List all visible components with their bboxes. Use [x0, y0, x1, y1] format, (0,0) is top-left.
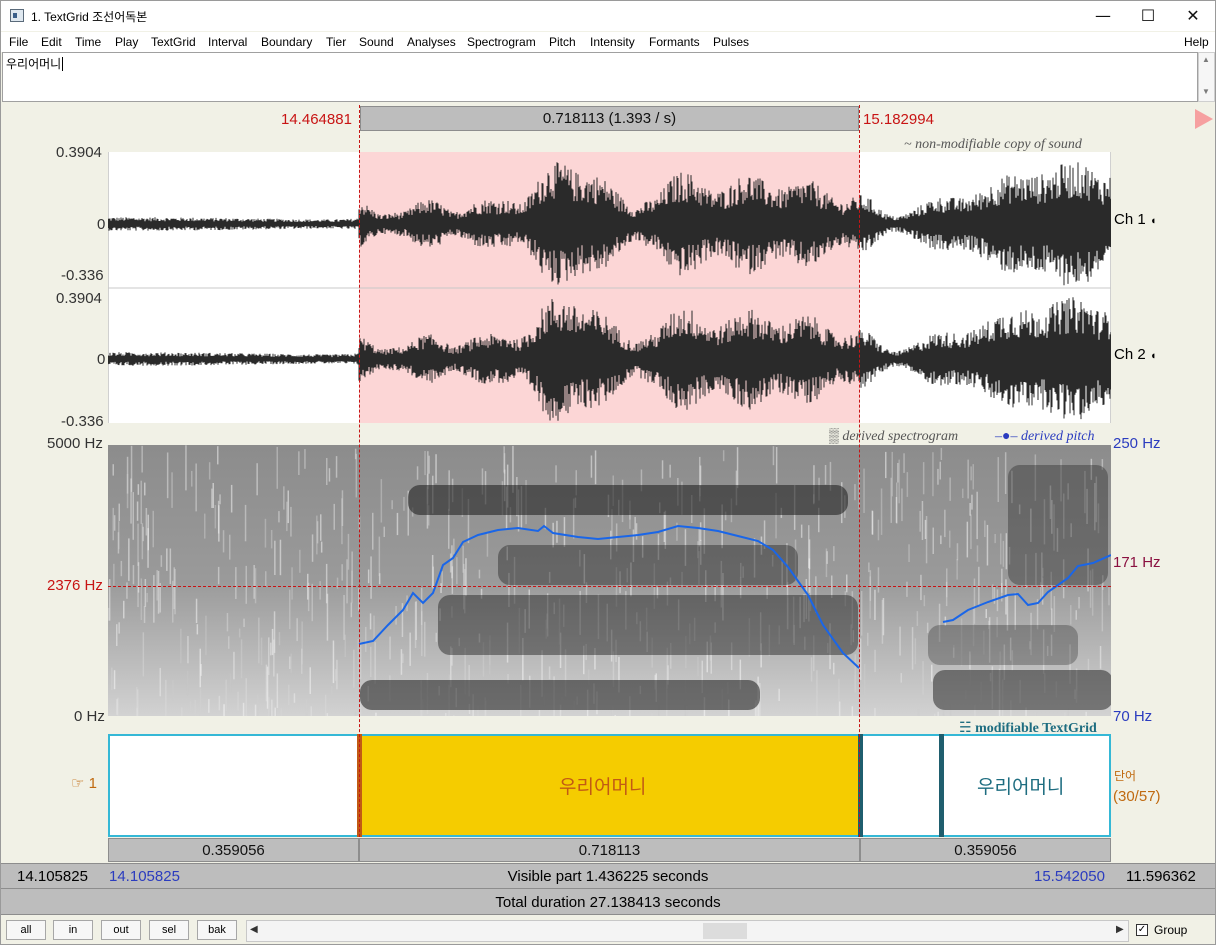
text-field-scrollbar[interactable]: ▲ ▼	[1198, 52, 1215, 102]
pitch-bottom-label: 70 Hz	[1113, 708, 1153, 725]
interval-label: 우리어머니	[559, 777, 647, 798]
speaker-icon[interactable]: ◖	[1150, 350, 1157, 362]
selection-start-line	[359, 105, 360, 837]
spectrogram-note: ▒ derived spectrogram	[829, 429, 958, 445]
spectrogram-freq-top: 5000 Hz	[47, 435, 103, 452]
zoom-selection-button[interactable]: sel	[149, 920, 189, 940]
scroll-up-icon[interactable]: ▲	[1202, 55, 1210, 64]
menu-formants[interactable]: Formants	[649, 35, 700, 49]
maximize-button[interactable]: ☐	[1125, 1, 1171, 31]
group-label: Group	[1154, 923, 1188, 937]
interval-label: 우리어머니	[977, 777, 1065, 798]
sound-note: ~ non-modifiable copy of sound	[904, 137, 1082, 152]
left-part-duration[interactable]: 0.359056	[108, 838, 359, 862]
menu-spectrogram[interactable]: Spectrogram	[467, 35, 536, 49]
menu-pitch[interactable]: Pitch	[549, 35, 576, 49]
group-checkbox[interactable]: ✓	[1136, 924, 1148, 936]
menu-tier[interactable]: Tier	[326, 35, 346, 49]
zoom-all-button[interactable]: all	[6, 920, 46, 940]
ch2-zero-label: 0	[97, 351, 106, 368]
play-window-icon[interactable]	[1195, 109, 1213, 129]
minimize-button[interactable]: —	[1080, 1, 1126, 31]
ch2-ymin-label: -0.336	[61, 413, 104, 430]
right-part-duration[interactable]: 0.359056	[860, 838, 1111, 862]
visible-part-bar[interactable]: 14.105825 14.105825 Visible part 1.43622…	[1, 863, 1215, 889]
zoom-in-button[interactable]: in	[53, 920, 93, 940]
menu-bar: File Edit Time Play TextGrid Interval Bo…	[1, 32, 1215, 52]
title-bar: 1. TextGrid 조선어독본 — ☐ ✕	[1, 1, 1215, 31]
tier-number: 1	[88, 775, 97, 792]
zoom-back-button[interactable]: bak	[197, 920, 237, 940]
ch1-label[interactable]: Ch 1 ◖	[1114, 211, 1157, 228]
text-cursor	[62, 57, 64, 71]
bottom-toolbar: all in out sel bak ◀ ▶ ✓ Group	[1, 916, 1215, 944]
total-duration-bar[interactable]: Total duration 27.138413 seconds	[1, 889, 1215, 915]
menu-pulses[interactable]: Pulses	[713, 35, 749, 49]
total-duration-label: Total duration 27.138413 seconds	[495, 894, 721, 911]
menu-intensity[interactable]: Intensity	[590, 35, 635, 49]
ch1-ymin-label: -0.336	[61, 267, 104, 284]
ch1-ymax-label: 0.3904	[56, 144, 102, 161]
spectrogram-icon: ▒	[829, 429, 839, 444]
menu-help[interactable]: Help	[1184, 35, 1209, 49]
menu-play[interactable]: Play	[115, 35, 138, 49]
visible-end-time: 15.542050	[1034, 868, 1105, 885]
close-button[interactable]: ✕	[1170, 1, 1216, 31]
spectrogram[interactable]	[108, 445, 1111, 716]
tier-indicator: ☞ 1	[71, 774, 97, 792]
visible-part-label: Visible part 1.436225 seconds	[507, 868, 709, 885]
menu-analyses[interactable]: Analyses	[407, 35, 456, 49]
selection-start-time: 14.464881	[281, 111, 352, 128]
scrollbar-thumb[interactable]	[703, 923, 747, 939]
frequency-cursor-line	[108, 586, 1111, 587]
selection-end-line	[859, 105, 860, 837]
pitch-cursor-label: 171 Hz	[1113, 554, 1161, 571]
speaker-icon[interactable]: ◖	[1150, 215, 1157, 227]
window-end-time: 11.596362	[1126, 868, 1196, 885]
ch1-zero-label: 0	[97, 216, 106, 233]
menu-time[interactable]: Time	[75, 35, 101, 49]
tier-count: (30/57)	[1113, 788, 1161, 805]
ch1-label-text: Ch 1	[1114, 211, 1146, 228]
ch2-label-text: Ch 2	[1114, 346, 1146, 363]
menu-sound[interactable]: Sound	[359, 35, 394, 49]
interval-text-field[interactable]: 우리어머니	[2, 52, 1198, 102]
pitch-note-text: derived pitch	[1020, 429, 1095, 444]
app-icon	[10, 9, 24, 22]
ch2-ymax-label: 0.3904	[56, 290, 102, 307]
menu-boundary[interactable]: Boundary	[261, 35, 312, 49]
spectrogram-freq-bottom: 0 Hz	[74, 708, 105, 725]
window-title: 1. TextGrid 조선어독본	[31, 10, 148, 24]
waveform	[108, 162, 1111, 421]
interval-text-value: 우리어머니	[6, 57, 62, 71]
pitch-top-label: 250 Hz	[1113, 435, 1161, 452]
menu-file[interactable]: File	[9, 35, 28, 49]
selection-duration-box[interactable]: 0.718113 (1.393 / s)	[360, 106, 859, 131]
interval-boundary[interactable]	[939, 734, 944, 837]
tier-name: 단어	[1114, 769, 1137, 783]
scroll-left-icon[interactable]: ◀	[250, 924, 258, 935]
selection-end-time: 15.182994	[863, 111, 934, 128]
spectrogram-freq-cursor: 2376 Hz	[47, 577, 103, 594]
praat-textgrid-window: 1. TextGrid 조선어독본 — ☐ ✕ File Edit Time P…	[0, 0, 1216, 945]
menu-textgrid[interactable]: TextGrid	[151, 35, 196, 49]
menu-edit[interactable]: Edit	[41, 35, 62, 49]
zoom-out-button[interactable]: out	[101, 920, 141, 940]
scroll-right-icon[interactable]: ▶	[1116, 924, 1124, 935]
menu-interval[interactable]: Interval	[208, 35, 247, 49]
horizontal-scrollbar[interactable]: ◀ ▶	[246, 920, 1129, 942]
pitch-line-icon: –●–	[995, 429, 1018, 444]
scroll-down-icon[interactable]: ▼	[1202, 87, 1210, 96]
selection-part-duration[interactable]: 0.718113	[359, 838, 860, 862]
ch2-label[interactable]: Ch 2 ◖	[1114, 346, 1157, 363]
pitch-note: –●– derived pitch	[995, 429, 1094, 445]
pointing-hand-icon: ☞	[71, 775, 85, 792]
